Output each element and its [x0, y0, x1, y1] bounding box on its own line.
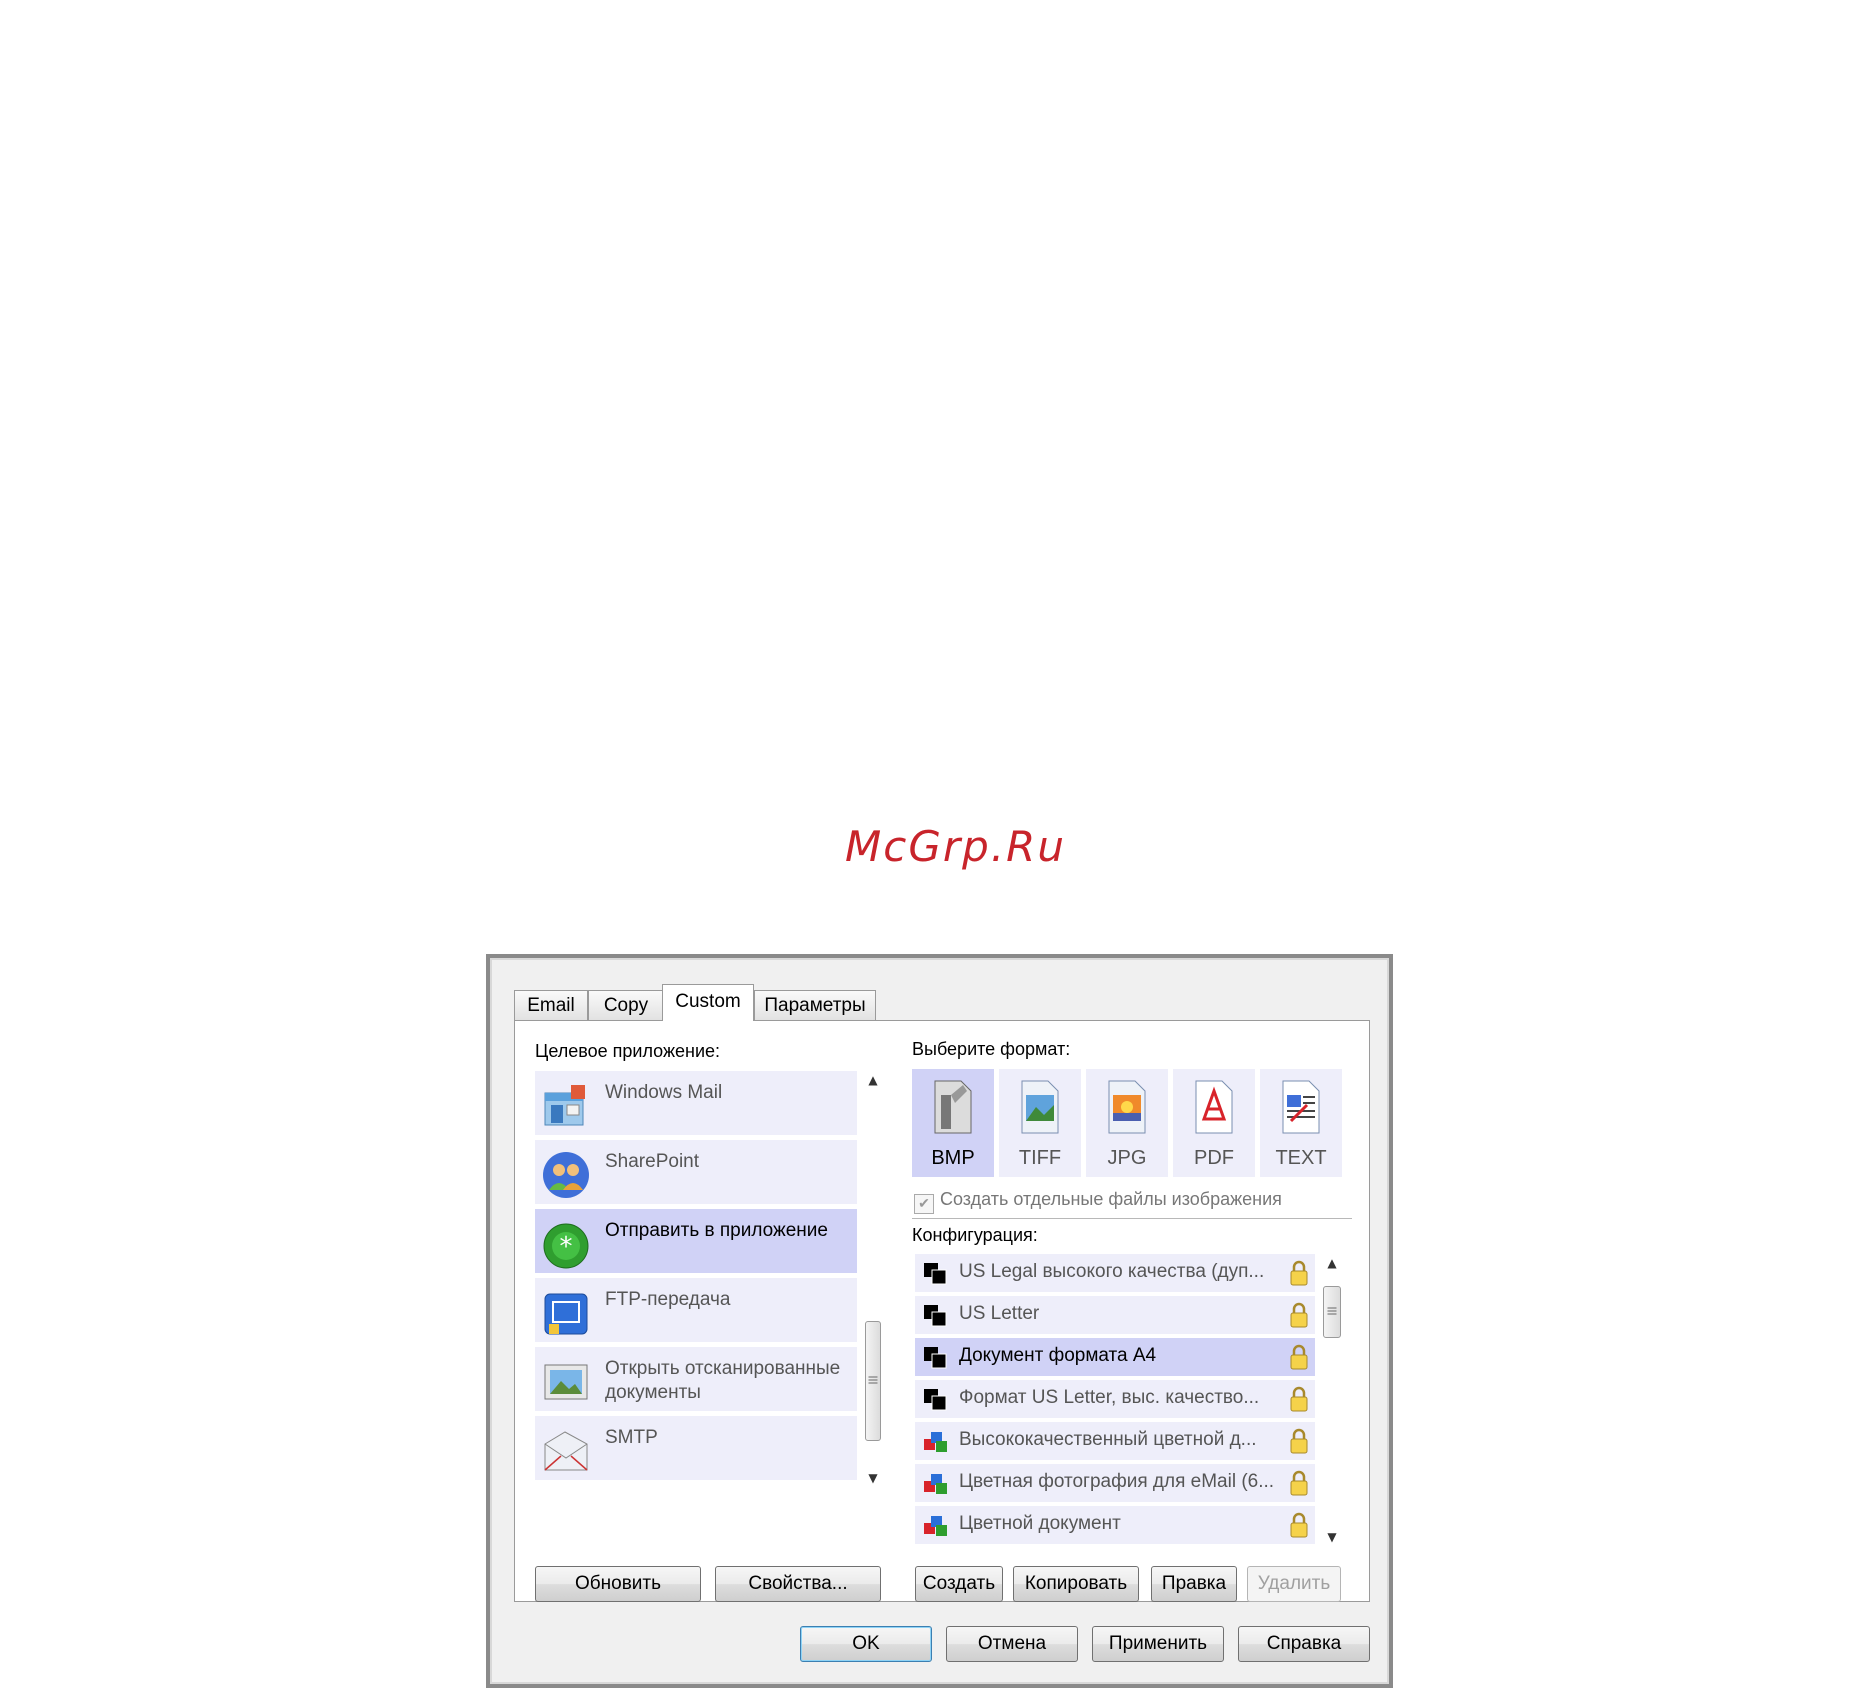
app-item-ftp[interactable]: FTP-передача: [535, 1278, 857, 1342]
config-item[interactable]: Высококачественный цветной д...: [915, 1422, 1315, 1460]
bw-config-icon: [924, 1389, 947, 1411]
text-icon: [1282, 1080, 1320, 1134]
jpg-icon: [1108, 1080, 1146, 1134]
app-label: Открыть отсканированные документы: [605, 1358, 841, 1403]
format-pdf[interactable]: PDF: [1173, 1069, 1255, 1177]
app-item-windows-mail[interactable]: Windows Mail: [535, 1071, 857, 1135]
config-item[interactable]: Цветная фотография для eMail (6...: [915, 1464, 1315, 1502]
lock-icon: [1290, 1344, 1308, 1370]
app-item-open-scanned[interactable]: Открыть отсканированные документы: [535, 1347, 857, 1411]
config-label-text: Цветная фотография для eMail (6...: [959, 1471, 1275, 1492]
sharepoint-icon: [543, 1152, 589, 1198]
format-selector: BMP TIFF JPG PDF TEXT: [912, 1069, 1346, 1177]
config-item[interactable]: US Legal высокого качества (дуп...: [915, 1254, 1315, 1292]
separate-files-option[interactable]: ✔ Создать отдельные файлы изображения: [914, 1189, 1282, 1214]
cancel-button[interactable]: Отмена: [946, 1626, 1078, 1662]
format-bmp[interactable]: BMP: [912, 1069, 994, 1177]
bw-config-icon: [924, 1263, 947, 1285]
config-item[interactable]: Документ формата A4: [915, 1338, 1315, 1376]
config-label-text: US Legal высокого качества (дуп...: [959, 1261, 1265, 1282]
lock-icon: [1290, 1260, 1308, 1286]
app-label: Windows Mail: [605, 1082, 723, 1103]
scroll-down-arrow-icon[interactable]: ▼: [863, 1471, 883, 1485]
config-label-text: US Letter: [959, 1303, 1040, 1324]
format-label-text: TIFF: [1018, 1147, 1062, 1169]
ok-button[interactable]: OK: [800, 1626, 932, 1662]
app-label: FTP-передача: [605, 1289, 731, 1310]
edit-button[interactable]: Правка: [1151, 1566, 1237, 1602]
bw-config-icon: [924, 1305, 947, 1327]
lock-icon: [1290, 1512, 1308, 1538]
format-jpg[interactable]: JPG: [1086, 1069, 1168, 1177]
watermark: McGrp.Ru: [845, 822, 1066, 871]
target-app-list: Windows Mail SharePoint * Отправить в пр…: [535, 1071, 883, 1491]
separate-files-checkbox[interactable]: ✔: [914, 1194, 934, 1214]
format-label-text: BMP: [931, 1147, 975, 1169]
pdf-icon: [1195, 1080, 1233, 1134]
config-item[interactable]: Формат US Letter, выс. качество...: [915, 1380, 1315, 1418]
properties-button[interactable]: Свойства...: [715, 1566, 881, 1602]
tab-panel: Целевое приложение: Windows Mail SharePo…: [514, 1020, 1370, 1602]
app-item-sharepoint[interactable]: SharePoint: [535, 1140, 857, 1204]
scroll-down-arrow-icon[interactable]: ▼: [1321, 1530, 1343, 1544]
create-button[interactable]: Создать: [915, 1566, 1003, 1602]
format-tiff[interactable]: TIFF: [999, 1069, 1081, 1177]
app-label: SharePoint: [605, 1151, 700, 1172]
smtp-icon: [544, 1431, 588, 1471]
lock-icon: [1290, 1470, 1308, 1496]
tab-copy[interactable]: Copy: [588, 990, 664, 1020]
help-button[interactable]: Справка: [1238, 1626, 1370, 1662]
config-label-text: Цветной документ: [959, 1513, 1121, 1534]
app-label: SMTP: [605, 1427, 658, 1448]
app-item-smtp[interactable]: SMTP: [535, 1416, 857, 1480]
divider: [912, 1218, 1352, 1219]
apply-button[interactable]: Применить: [1092, 1626, 1224, 1662]
scroll-up-arrow-icon[interactable]: ▲: [863, 1073, 883, 1087]
config-label-text: Документ формата A4: [959, 1345, 1157, 1366]
tab-parameters[interactable]: Параметры: [754, 990, 876, 1020]
target-app-label: Целевое приложение:: [535, 1041, 721, 1061]
config-label: Конфигурация:: [912, 1225, 1038, 1245]
tab-email[interactable]: Email: [514, 990, 588, 1020]
format-label-text: JPG: [1107, 1147, 1147, 1169]
refresh-button[interactable]: Обновить: [535, 1566, 701, 1602]
open-scanned-icon: [544, 1364, 588, 1400]
config-list-scrollbar[interactable]: ▲ ▼: [1321, 1254, 1343, 1546]
bw-config-icon: [924, 1347, 947, 1369]
lock-icon: [1290, 1386, 1308, 1412]
app-item-send-to-app[interactable]: * Отправить в приложение: [535, 1209, 857, 1273]
scroll-thumb[interactable]: [1323, 1286, 1341, 1338]
app-label: Отправить в приложение: [605, 1220, 828, 1241]
color-config-icon: [924, 1432, 947, 1452]
tiff-icon: [1021, 1080, 1059, 1134]
format-text[interactable]: TEXT: [1260, 1069, 1342, 1177]
config-item[interactable]: US Letter: [915, 1296, 1315, 1334]
format-label-text: TEXT: [1275, 1147, 1327, 1169]
app-list-scrollbar[interactable]: ▲ ▼: [863, 1071, 883, 1487]
format-label: Выберите формат:: [912, 1039, 1071, 1059]
color-config-icon: [924, 1516, 947, 1536]
config-label-text: Формат US Letter, выс. качество...: [959, 1387, 1260, 1408]
config-label-text: Высококачественный цветной д...: [959, 1429, 1257, 1450]
color-config-icon: [924, 1474, 947, 1494]
scan-settings-dialog: Email Copy Custom Параметры Целевое прил…: [486, 954, 1393, 1688]
scroll-up-arrow-icon[interactable]: ▲: [1321, 1256, 1343, 1270]
separate-files-label: Создать отдельные файлы изображения: [940, 1189, 1282, 1209]
tab-custom[interactable]: Custom: [662, 984, 754, 1021]
send-to-app-icon: *: [543, 1223, 589, 1269]
lock-icon: [1290, 1302, 1308, 1328]
scroll-thumb[interactable]: [865, 1321, 881, 1441]
svg-text:*: *: [560, 1232, 573, 1262]
copy-button[interactable]: Копировать: [1013, 1566, 1139, 1602]
windows-mail-icon: [544, 1085, 585, 1126]
config-list: US Legal высокого качества (дуп... US Le…: [915, 1254, 1315, 1546]
format-label-text: PDF: [1194, 1147, 1234, 1169]
ftp-icon: [544, 1293, 588, 1335]
bmp-icon: [934, 1080, 972, 1134]
config-item[interactable]: Цветной документ: [915, 1506, 1315, 1544]
lock-icon: [1290, 1428, 1308, 1454]
delete-button[interactable]: Удалить: [1247, 1566, 1341, 1602]
